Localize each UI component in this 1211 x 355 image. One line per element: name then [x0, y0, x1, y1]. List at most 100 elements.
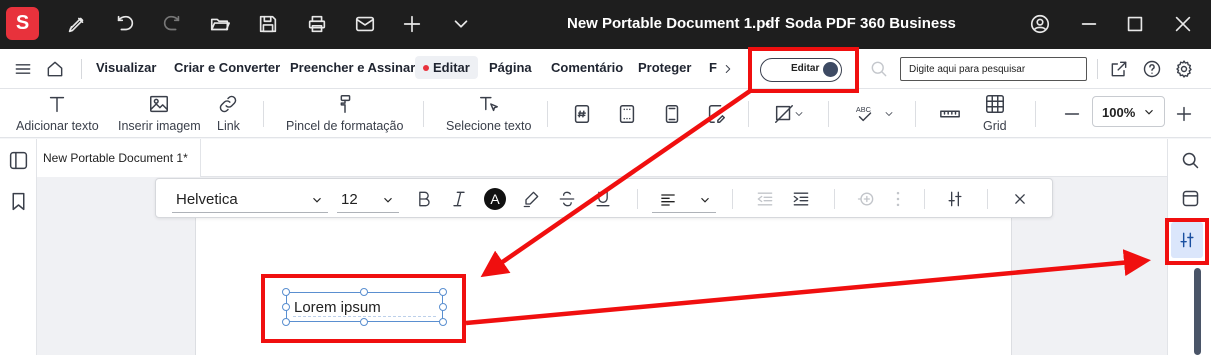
menu-divider-right	[1097, 59, 1098, 79]
search-input[interactable]	[901, 58, 1086, 80]
header-footer-icon[interactable]	[614, 101, 640, 127]
page-layout-icon[interactable]	[659, 101, 685, 127]
paint-brush-icon	[340, 95, 351, 113]
highlight-icon[interactable]	[520, 188, 542, 210]
annotation-highlight-toggle	[748, 47, 859, 93]
link-tool[interactable]: Link	[217, 93, 240, 133]
decrease-indent-icon[interactable]	[754, 188, 776, 210]
underline-icon[interactable]	[592, 188, 614, 210]
search-field[interactable]	[900, 57, 1087, 81]
text-align-select[interactable]	[652, 185, 716, 213]
ribbon-divider	[915, 101, 916, 127]
font-family-value: Helvetica	[176, 191, 238, 208]
chevron-down-icon	[313, 197, 321, 203]
ribbon-divider	[423, 101, 424, 127]
document-tabs: New Portable Document 1*	[37, 139, 1167, 177]
format-brush-tool[interactable]: Pincel de formatação	[286, 93, 403, 133]
settings-gear-icon[interactable]	[1172, 57, 1196, 81]
spellcheck-icon[interactable]: ABC	[852, 101, 878, 127]
mail-icon[interactable]	[351, 10, 379, 38]
bookmark-icon[interactable]	[6, 189, 30, 213]
hamburger-menu-icon[interactable]	[11, 57, 35, 81]
italic-icon[interactable]	[448, 188, 470, 210]
menu-divider	[81, 59, 82, 79]
link-label: Link	[217, 119, 240, 133]
adjust-sliders-icon[interactable]	[944, 188, 966, 210]
add-text-label: Adicionar texto	[16, 119, 99, 133]
account-icon[interactable]	[1026, 10, 1054, 38]
grid-icon	[985, 95, 1004, 113]
maximize-icon[interactable]	[1121, 10, 1149, 38]
close-toolbar-icon[interactable]	[1009, 188, 1031, 210]
search-icon[interactable]	[867, 57, 891, 81]
text-color-button[interactable]: A	[484, 188, 506, 210]
align-left-icon	[661, 194, 675, 206]
zoom-value: 100%	[1102, 105, 1136, 120]
menu-item-visualizar[interactable]: Visualizar	[96, 60, 156, 75]
select-text-label: Selecione texto	[446, 119, 532, 133]
minimize-icon[interactable]	[1075, 10, 1103, 38]
select-text-tool[interactable]: Selecione texto	[446, 93, 531, 133]
link-icon	[220, 95, 237, 113]
tab-new-portable-document[interactable]: New Portable Document 1*	[37, 139, 201, 177]
increase-indent-icon[interactable]	[790, 188, 812, 210]
grid-label: Grid	[983, 119, 1007, 133]
ribbon-divider	[547, 101, 548, 127]
menu-item-comentario[interactable]: Comentário	[551, 60, 623, 75]
search-panel-icon[interactable]	[1177, 147, 1203, 173]
pen-icon[interactable]	[63, 10, 91, 38]
share-icon[interactable]	[1107, 57, 1131, 81]
insert-image-tool[interactable]: Inserir imagem	[118, 93, 201, 133]
annotation-highlight-textbox	[261, 274, 466, 343]
add-text-tool[interactable]: Adicionar texto	[16, 93, 99, 133]
comments-panel-icon[interactable]	[1177, 185, 1203, 211]
menu-item-pagina[interactable]: Página	[489, 60, 532, 75]
page-watermark-icon[interactable]	[703, 101, 729, 127]
bold-icon[interactable]	[413, 188, 435, 210]
font-size-select[interactable]: 12	[337, 185, 399, 213]
chevron-down-icon	[1145, 109, 1153, 115]
menu-item-preencher-assinar[interactable]: Preencher e Assinar	[290, 60, 415, 75]
chevron-down-icon[interactable]	[881, 101, 897, 127]
menu-item-proteger[interactable]: Proteger	[638, 60, 691, 75]
zoom-out-icon[interactable]	[1059, 101, 1085, 127]
chevron-right-icon[interactable]	[719, 57, 737, 81]
chevron-down-icon	[384, 197, 392, 203]
add-circle-icon[interactable]	[855, 188, 877, 210]
grid-tool[interactable]: Grid	[983, 93, 1007, 133]
redo-icon[interactable]	[158, 10, 186, 38]
home-icon[interactable]	[43, 57, 67, 81]
panel-toggle-icon[interactable]	[6, 148, 30, 172]
toolbar-divider	[637, 189, 638, 209]
left-sidebar	[0, 139, 37, 355]
toolbar-divider	[987, 189, 988, 209]
zoom-select[interactable]: 100%	[1092, 96, 1165, 127]
menu-item-truncated[interactable]: F	[709, 60, 717, 75]
text-format-toolbar: Helvetica 12 A	[155, 178, 1053, 218]
ruler-icon[interactable]	[937, 101, 963, 127]
font-size-value: 12	[341, 191, 358, 208]
undo-icon[interactable]	[111, 10, 139, 38]
font-family-select[interactable]: Helvetica	[172, 185, 328, 213]
toolbar-divider	[924, 189, 925, 209]
page-number-icon[interactable]	[569, 101, 595, 127]
save-icon[interactable]	[254, 10, 282, 38]
app-logo[interactable]: S	[6, 7, 39, 40]
more-options-icon[interactable]	[887, 188, 909, 210]
active-dot	[423, 64, 429, 71]
menu-item-criar-converter[interactable]: Criar e Converter	[174, 60, 280, 75]
chevron-down-icon[interactable]	[447, 10, 475, 38]
select-text-icon	[479, 96, 498, 112]
print-icon[interactable]	[303, 10, 331, 38]
chevron-down-icon[interactable]	[791, 101, 807, 127]
zoom-in-icon[interactable]	[1171, 101, 1197, 127]
strikethrough-icon[interactable]	[556, 188, 578, 210]
title-bar: S New Portable Document 1.pdf - Soda PDF…	[0, 0, 1211, 49]
vertical-scrollbar[interactable]	[1194, 268, 1201, 355]
close-icon[interactable]	[1169, 10, 1197, 38]
add-icon[interactable]	[398, 10, 426, 38]
menu-item-editar[interactable]: Editar	[415, 56, 478, 79]
help-icon[interactable]	[1140, 57, 1164, 81]
open-folder-icon[interactable]	[206, 10, 234, 38]
annotation-highlight-properties	[1165, 218, 1209, 265]
